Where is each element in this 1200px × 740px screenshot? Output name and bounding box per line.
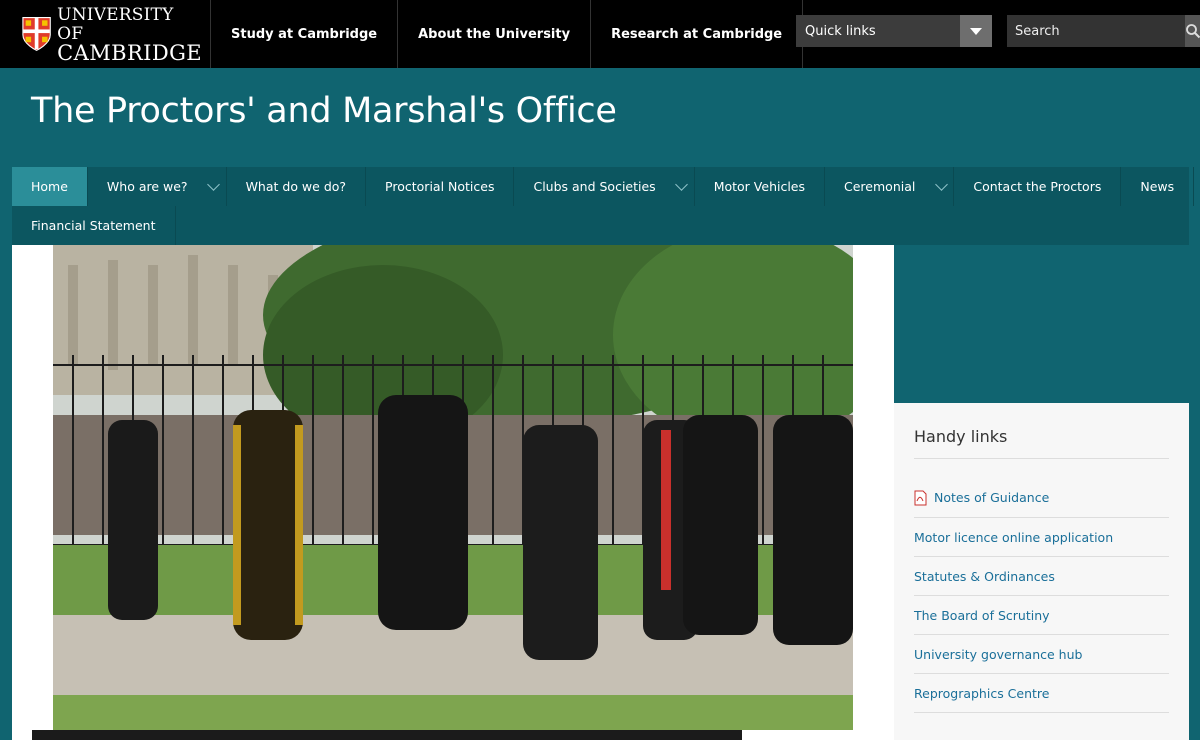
handy-link-label: Reprographics Centre <box>914 685 1050 701</box>
search-button[interactable] <box>1185 15 1200 47</box>
nav-item-news[interactable]: News <box>1121 167 1195 206</box>
search-input[interactable] <box>1007 15 1185 47</box>
main-nav-row-2: Financial Statement <box>12 206 1189 245</box>
topnav-about[interactable]: About the University <box>397 0 590 68</box>
main-navigation: Home Who are we? What do we do? Proctorial … <box>12 167 1195 245</box>
submenu-toggle[interactable] <box>202 167 226 206</box>
nav-item-label: Motor Vehicles <box>713 179 806 194</box>
nav-item-label: Home <box>31 179 68 194</box>
hero-image <box>53 245 853 730</box>
sidebar-title: Handy links <box>914 427 1008 446</box>
nav-item-ceremonial[interactable]: Ceremonial <box>825 167 955 206</box>
handy-link-label: Motor licence online application <box>914 529 1114 545</box>
nav-item-label: Proctorial Notices <box>385 179 495 194</box>
nav-item-label: What do we do? <box>245 179 347 194</box>
handy-link-statutes-ordinances[interactable]: Statutes & Ordinances <box>914 557 1169 596</box>
handy-link-notes-of-guidance[interactable]: Notes of Guidance <box>914 478 1169 518</box>
handy-link-label: University governance hub <box>914 646 1083 662</box>
university-crest-icon <box>22 17 51 52</box>
nav-item-proctorial-notices[interactable]: Proctorial Notices <box>366 167 515 206</box>
chevron-down-icon <box>675 177 689 191</box>
quick-links-select[interactable]: Quick links <box>796 15 992 47</box>
main-nav-row-1: Home Who are we? What do we do? Proctorial … <box>12 167 1195 206</box>
handy-link-the-board-of-scrutiny[interactable]: The Board of Scrutiny <box>914 596 1169 635</box>
chevron-down-icon[interactable] <box>960 15 992 47</box>
nav-item-label: News <box>1140 179 1175 194</box>
nav-item-home[interactable]: Home <box>12 167 88 206</box>
logo-line1: UNIVERSITY OF <box>57 4 174 44</box>
chevron-down-icon <box>934 177 948 191</box>
handy-link-label: Statutes & Ordinances <box>914 568 1055 584</box>
handy-link-reprographics-centre[interactable]: Reprographics Centre <box>914 674 1169 713</box>
nav-item-label: Clubs and Societies <box>533 179 656 194</box>
nav-item-label: Contact the Proctors <box>973 179 1102 194</box>
nav-item-what-do-we-do[interactable]: What do we do? <box>227 167 367 206</box>
handy-link-motor-licence-online-application[interactable]: Motor licence online application <box>914 518 1169 557</box>
quick-links-label: Quick links <box>805 23 876 39</box>
submenu-toggle[interactable] <box>670 167 694 206</box>
handy-link-label: Notes of Guidance <box>934 490 1050 505</box>
topnav-study[interactable]: Study at Cambridge <box>210 0 397 68</box>
nav-item-label: Who are we? <box>106 179 188 194</box>
chevron-down-icon <box>207 177 220 191</box>
handy-link-university-governance-hub[interactable]: University governance hub <box>914 635 1169 674</box>
site-title[interactable]: The Proctors' and Marshal's Office <box>31 91 617 131</box>
nav-item-contact-the-proctors[interactable]: Contact the Proctors <box>954 167 1122 206</box>
handy-link-label: The Board of Scrutiny <box>914 607 1050 623</box>
search-box <box>1007 15 1200 47</box>
logo-line2: CAMBRIDGE <box>57 40 202 65</box>
divider <box>914 458 1169 459</box>
search-icon <box>1186 24 1200 39</box>
nav-item-who-are-we[interactable]: Who are we? <box>88 167 227 206</box>
nav-item-clubs-and-societies[interactable]: Clubs and Societies <box>514 167 695 206</box>
handy-links-list: Notes of Guidance Motor licence online ap… <box>914 478 1169 713</box>
university-logo[interactable]: UNIVERSITY OF CAMBRIDGE <box>22 5 202 63</box>
nav-item-motor-vehicles[interactable]: Motor Vehicles <box>695 167 826 206</box>
nav-item-label: Ceremonial <box>844 179 916 194</box>
pdf-icon <box>914 490 927 505</box>
top-navigation: Study at Cambridge About the University … <box>210 0 804 68</box>
nav-item-label: Financial Statement <box>31 218 156 233</box>
handy-links-sidebar: Handy links Notes of Guidance Motor licen… <box>894 403 1189 740</box>
submenu-toggle[interactable] <box>929 167 953 206</box>
global-header: UNIVERSITY OF CAMBRIDGE Study at Cambrid… <box>0 0 1200 68</box>
procession-photo <box>53 245 853 730</box>
topnav-research[interactable]: Research at Cambridge <box>590 0 804 68</box>
nav-item-financial-statement[interactable]: Financial Statement <box>12 206 176 245</box>
hero-caption-bar <box>32 730 742 740</box>
